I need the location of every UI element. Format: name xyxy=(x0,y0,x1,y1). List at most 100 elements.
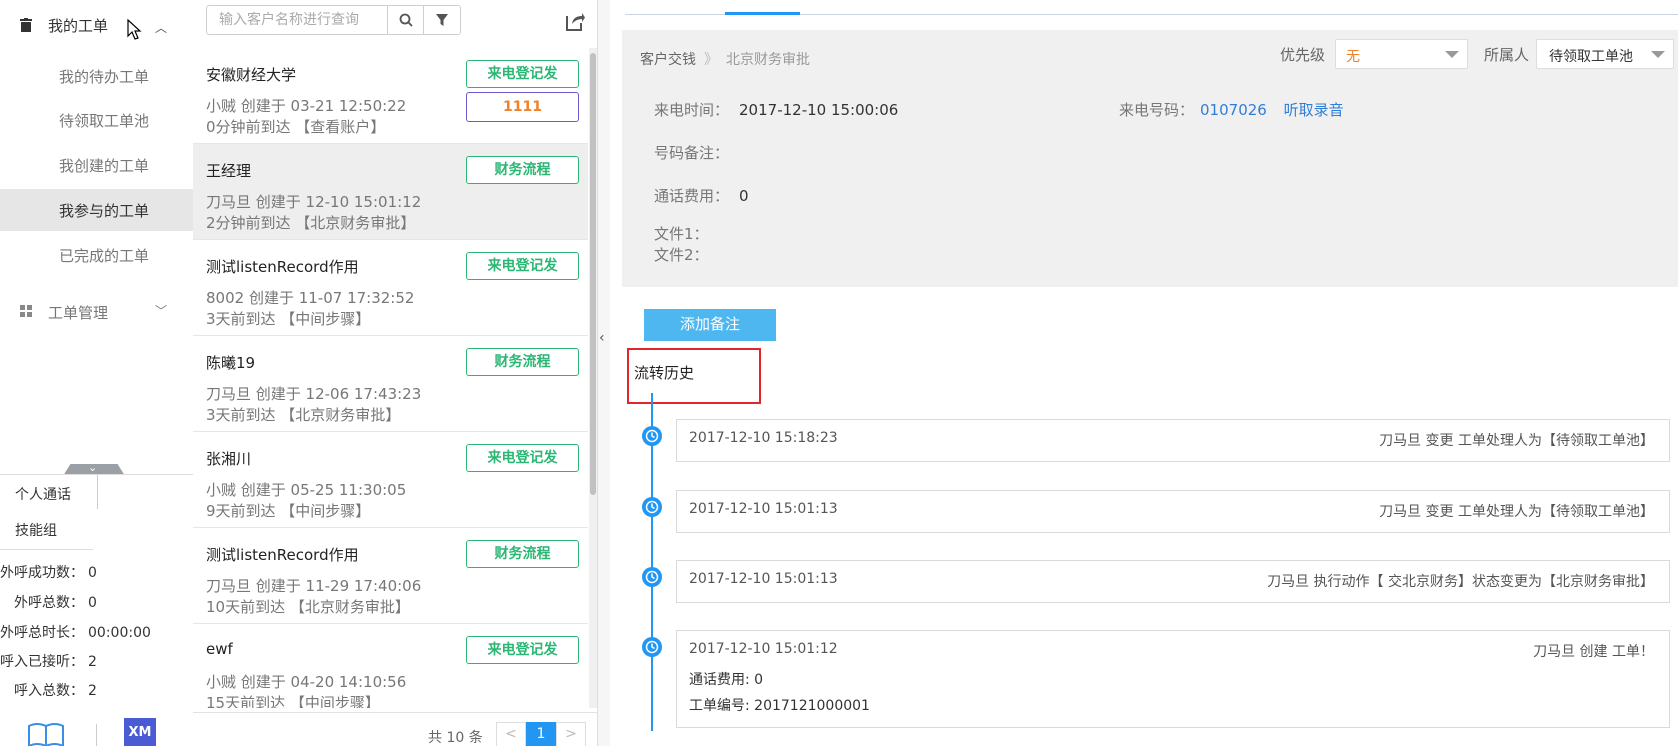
search-button[interactable] xyxy=(387,6,423,34)
tab-bar xyxy=(625,12,1678,15)
ticket-detail-panel: 客户交钱》北京财务审批 优先级 无 所属人 待领取工单池 来电时间： 2017-1… xyxy=(610,0,1678,746)
created-meta: 小贼 创建于 03-21 12:50:22 xyxy=(206,97,407,115)
current-page-button[interactable]: 1 xyxy=(526,722,556,746)
history-call-fee: 通话费用: 0 xyxy=(689,672,764,688)
chevron-left-icon: ‹ xyxy=(599,330,605,346)
chevron-up-icon[interactable]: ︿ xyxy=(155,19,167,36)
chevron-down-icon[interactable]: ﹀ xyxy=(155,302,167,319)
owner-select[interactable]: 待领取工单池 xyxy=(1536,39,1674,69)
arrival-info: 3天前到达 【中间步骤】 xyxy=(206,310,371,328)
list-item[interactable]: ewf 小贼 创建于 04-20 14:10:56 15天前到达 【中间步骤】 … xyxy=(193,624,588,708)
list-item[interactable]: 张湘川 小贼 创建于 05-25 11:30:05 9天前到达 【中间步骤】 来… xyxy=(193,432,588,528)
scrollbar-thumb[interactable] xyxy=(590,53,596,495)
list-scrollbar[interactable] xyxy=(589,48,597,708)
search-input[interactable] xyxy=(207,6,387,34)
status-badge: 财务流程 xyxy=(466,348,579,376)
file1-field: 文件1： xyxy=(654,225,709,243)
status-badge: 来电登记发 xyxy=(466,252,579,280)
sidebar-item-completed[interactable]: 已完成的工单 xyxy=(0,234,193,276)
clock-icon xyxy=(642,567,662,587)
listen-recording-link[interactable]: 听取录音 xyxy=(1284,101,1344,119)
list-item[interactable]: 王经理 刀马旦 创建于 12-10 15:01:12 2分钟前到达 【北京财务审… xyxy=(193,144,588,240)
call-fee-field: 通话费用： 0 xyxy=(654,187,749,205)
add-note-button[interactable]: 添加备注 xyxy=(644,309,776,341)
customer-name: ewf xyxy=(206,640,233,658)
history-time: 2017-12-10 15:01:13 xyxy=(689,571,838,587)
arrival-info: 10天前到达 【北京财务审批】 xyxy=(206,598,410,616)
history-entry: 2017-12-10 15:01:13 刀马旦 变更 工单处理人为【待领取工单池… xyxy=(676,490,1670,533)
grid-icon xyxy=(20,305,32,317)
arrival-info: 3天前到达 【北京财务审批】 xyxy=(206,406,401,424)
priority-select[interactable]: 无 xyxy=(1335,39,1468,69)
created-meta: 小贼 创建于 05-25 11:30:05 xyxy=(206,481,407,499)
tab-personal-calls[interactable]: 个人通话 xyxy=(0,475,98,509)
panel-collapse-handle[interactable]: ‹ xyxy=(598,0,610,746)
history-title: 流转历史 xyxy=(634,364,695,382)
nav-group-my-orders[interactable]: 我的工单 ︿ xyxy=(0,5,193,45)
status-badge: 财务流程 xyxy=(466,156,579,184)
sidebar-item-unclaimed-pool[interactable]: 待领取工单池 xyxy=(0,99,193,141)
history-time: 2017-12-10 15:18:23 xyxy=(689,430,838,446)
call-number-field: 来电号码： 0107026 听取录音 xyxy=(1119,101,1344,119)
customer-name: 张湘川 xyxy=(206,450,252,468)
xm-logo[interactable]: XM xyxy=(124,718,156,746)
sidebar-item-created-by-me[interactable]: 我创建的工单 xyxy=(0,144,193,186)
stat-outbound-total: 外呼总数： 0 xyxy=(14,595,97,611)
history-time: 2017-12-10 15:01:13 xyxy=(689,501,838,517)
list-item[interactable]: 测试listenRecord作用 8002 创建于 11-07 17:32:52… xyxy=(193,240,588,336)
sidebar-item-label: 待领取工单池 xyxy=(59,112,150,130)
sidebar-item-my-todo[interactable]: 我的待办工单 xyxy=(0,55,193,97)
call-time-field: 来电时间： 2017-12-10 15:00:06 xyxy=(654,101,899,119)
ticket-list: 安徽财经大学 小贼 创建于 03-21 12:50:22 0分钟前到达 【查看账… xyxy=(193,48,588,708)
customer-name: 测试listenRecord作用 xyxy=(206,258,359,276)
history-entry: 2017-12-10 15:18:23 刀马旦 变更 工单处理人为【待领取工单池… xyxy=(676,419,1670,462)
customer-name: 安徽财经大学 xyxy=(206,66,297,84)
call-stats-panel: 个人通话 技能组 外呼成功数： 0 外呼总数： 0 外呼总时长： 00:00:00 呼… xyxy=(0,474,193,746)
list-item[interactable]: 测试listenRecord作用 刀马旦 创建于 11-29 17:40:06 … xyxy=(193,528,588,624)
history-text: 刀马旦 执行动作【 交北京财务】状态变更为【北京财务审批】 xyxy=(1267,574,1654,590)
sidebar-bottom-toolbar: XM xyxy=(0,712,193,746)
created-meta: 8002 创建于 11-07 17:32:52 xyxy=(206,289,415,307)
customer-name: 陈曦19 xyxy=(206,354,256,372)
tab-skill-group[interactable]: 技能组 xyxy=(0,511,98,545)
stat-inbound-total: 呼入总数： 2 xyxy=(14,683,97,699)
total-count: 共 10 条 xyxy=(428,730,483,746)
status-badge: 来电登记发 xyxy=(466,60,579,88)
app-window: 我的工单 ︿ 我的待办工单 待领取工单池 我创建的工单 我参与的工单 已完成的工… xyxy=(0,0,1678,746)
status-badge: 来电登记发 xyxy=(466,444,579,472)
created-meta: 小贼 创建于 04-20 14:10:56 xyxy=(206,673,407,691)
nav-group-label: 工单管理 xyxy=(48,304,109,322)
stat-inbound-answered: 呼入已接听： 2 xyxy=(0,654,97,670)
search-bar xyxy=(206,5,461,35)
caret-down-icon xyxy=(1445,51,1459,58)
mouse-cursor-icon xyxy=(127,19,142,40)
arrival-info: 0分钟前到达 【查看账户】 xyxy=(206,118,386,136)
export-icon[interactable] xyxy=(564,10,586,32)
book-icon[interactable] xyxy=(27,722,65,746)
history-text: 刀马旦 创建 工单！ xyxy=(1533,644,1654,660)
nav-group-management[interactable]: 工单管理 ﹀ xyxy=(0,292,193,332)
clock-icon xyxy=(642,497,662,517)
history-time: 2017-12-10 15:01:12 xyxy=(689,641,838,657)
active-tab-indicator xyxy=(725,12,800,15)
nav-group-label: 我的工单 xyxy=(48,17,109,35)
pagination: 共 10 条 < 1 > xyxy=(193,712,598,746)
caret-down-icon xyxy=(1651,51,1665,58)
list-item[interactable]: 安徽财经大学 小贼 创建于 03-21 12:50:22 0分钟前到达 【查看账… xyxy=(193,48,588,144)
filter-icon xyxy=(436,14,448,26)
sidebar-item-label: 我参与的工单 xyxy=(59,202,150,220)
prev-page-button[interactable]: < xyxy=(496,722,526,746)
next-page-button[interactable]: > xyxy=(556,722,586,746)
code-badge: 1111 xyxy=(466,92,579,122)
breadcrumb: 客户交钱》北京财务审批 xyxy=(640,52,810,68)
chevron-down-icon: ⌄ xyxy=(88,461,98,474)
history-text: 刀马旦 变更 工单处理人为【待领取工单池】 xyxy=(1379,504,1654,520)
list-item[interactable]: 陈曦19 刀马旦 创建于 12-06 17:43:23 3天前到达 【北京财务审… xyxy=(193,336,588,432)
history-entry: 2017-12-10 15:01:13 刀马旦 执行动作【 交北京财务】状态变更… xyxy=(676,560,1670,603)
filter-button[interactable] xyxy=(423,6,459,34)
customer-name: 王经理 xyxy=(206,162,252,180)
history-entry: 2017-12-10 15:01:12 刀马旦 创建 工单！ 通话费用: 0 工… xyxy=(676,630,1670,728)
sidebar-item-participated[interactable]: 我参与的工单 xyxy=(0,189,193,231)
ticket-list-panel: 安徽财经大学 小贼 创建于 03-21 12:50:22 0分钟前到达 【查看账… xyxy=(193,0,598,746)
divider xyxy=(0,549,93,550)
